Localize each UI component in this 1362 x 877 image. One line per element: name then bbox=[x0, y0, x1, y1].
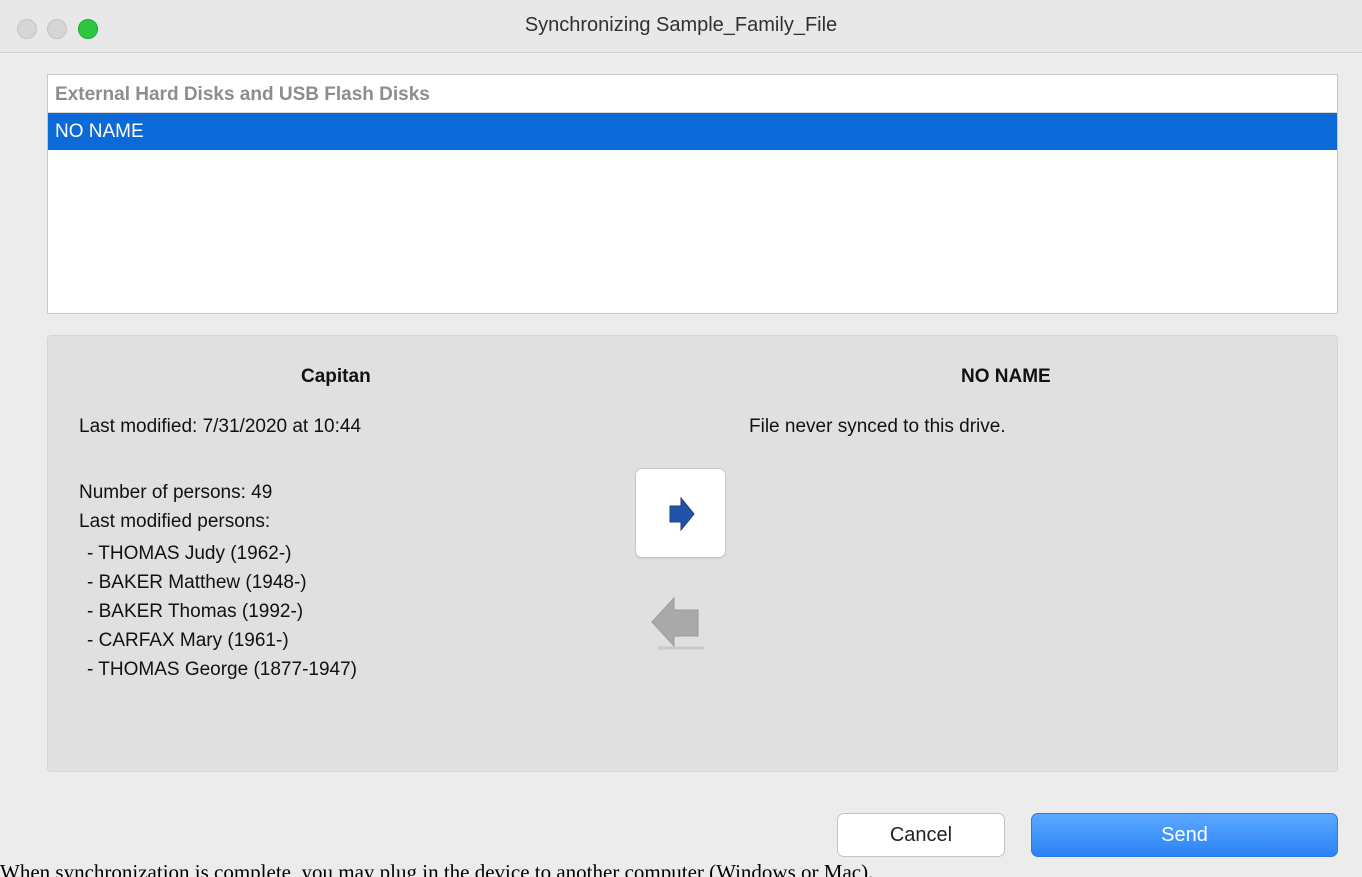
drive-list[interactable]: External Hard Disks and USB Flash Disks … bbox=[47, 74, 1338, 314]
list-item: - THOMAS George (1877-1947) bbox=[87, 659, 357, 680]
list-item: - BAKER Thomas (1992-) bbox=[87, 601, 304, 622]
send-to-drive-button[interactable] bbox=[635, 468, 726, 558]
drive-list-header: External Hard Disks and USB Flash Disks bbox=[48, 75, 1337, 113]
persons-list: - THOMAS Judy (1962-) - BAKER Matthew (1… bbox=[87, 539, 357, 684]
window-titlebar: Synchronizing Sample_Family_File bbox=[0, 0, 1362, 53]
list-item: - BAKER Matthew (1948-) bbox=[87, 572, 307, 593]
target-status: File never synced to this drive. bbox=[749, 416, 1006, 437]
drive-list-item[interactable]: NO NAME bbox=[48, 113, 1337, 150]
send-button[interactable]: Send bbox=[1031, 813, 1338, 857]
target-title: NO NAME bbox=[961, 366, 1051, 387]
last-modified-persons-label: Last modified persons: bbox=[79, 511, 271, 532]
arrow-left-icon[interactable] bbox=[650, 592, 708, 652]
arrow-right-icon bbox=[669, 497, 695, 531]
cancel-button[interactable]: Cancel bbox=[837, 813, 1005, 857]
caption-text: When synchronization is complete, you ma… bbox=[0, 862, 874, 877]
persons-count: Number of persons: 49 bbox=[79, 482, 273, 503]
source-last-modified: Last modified: 7/31/2020 at 10:44 bbox=[79, 416, 362, 437]
source-title: Capitan bbox=[301, 366, 371, 387]
list-item: - THOMAS Judy (1962-) bbox=[87, 543, 292, 564]
list-item: - CARFAX Mary (1961-) bbox=[87, 630, 289, 651]
window-title: Synchronizing Sample_Family_File bbox=[524, 14, 838, 36]
